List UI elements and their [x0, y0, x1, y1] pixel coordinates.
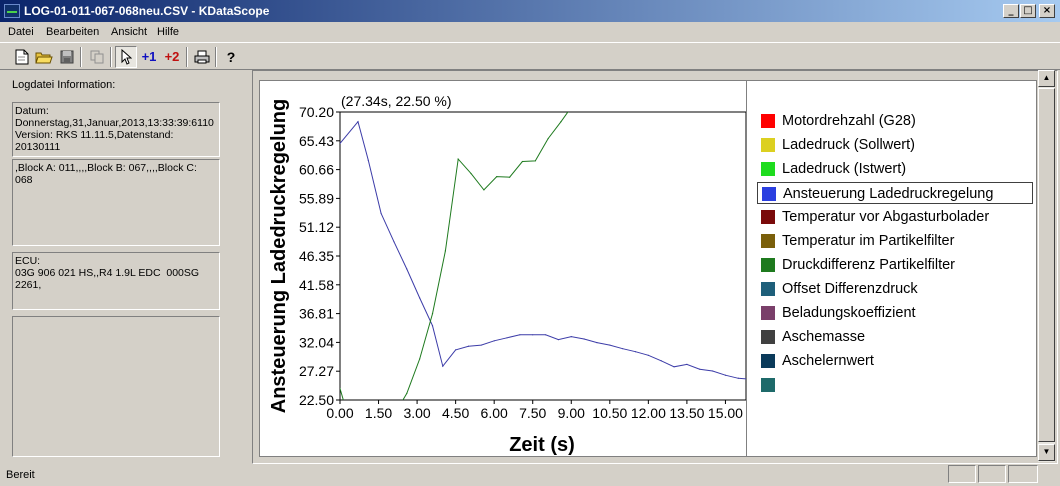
- legend-swatch: [761, 234, 775, 248]
- legend-label: Aschemasse: [782, 329, 866, 345]
- save-icon[interactable]: [56, 46, 78, 68]
- legend-swatch: [761, 282, 775, 296]
- info-box-date: Datum: Donnerstag,31,Januar,2013,13:33:3…: [12, 102, 220, 157]
- maximize-button[interactable]: □: [1020, 4, 1036, 18]
- menu-bearbeiten[interactable]: Bearbeiten: [46, 26, 99, 38]
- status-panel-2: [978, 465, 1006, 483]
- cursor-2-icon[interactable]: +2: [161, 46, 183, 68]
- legend-swatch: [761, 138, 775, 152]
- minimize-button[interactable]: _: [1003, 4, 1019, 18]
- menu-datei[interactable]: Datei: [8, 26, 34, 38]
- status-bar: Bereit: [0, 464, 1060, 486]
- legend-label: Temperatur vor Abgasturbolader: [782, 209, 990, 225]
- cursor-1-icon[interactable]: +1: [138, 46, 160, 68]
- legend-swatch: [761, 258, 775, 272]
- legend-label: Druckdifferenz Partikelfilter: [782, 257, 955, 273]
- legend-swatch: [761, 162, 775, 176]
- window-title: LOG-01-011-067-068neu.CSV - KDataScope: [24, 4, 270, 18]
- legend-item[interactable]: Ansteuerung Ladedruckregelung: [757, 182, 1033, 204]
- legend-item[interactable]: Beladungskoeffizient: [757, 302, 1033, 324]
- scroll-thumb[interactable]: [1038, 88, 1055, 442]
- app-icon[interactable]: [4, 4, 20, 18]
- log-info-panel: Logdatei Information: Datum: Donnerstag,…: [4, 70, 244, 462]
- legend-label: Ladedruck (Sollwert): [782, 137, 915, 153]
- menu-hilfe[interactable]: Hilfe: [157, 26, 179, 38]
- scroll-up-button[interactable]: ▲: [1038, 70, 1055, 87]
- legend-swatch: [761, 114, 775, 128]
- legend-item[interactable]: Druckdifferenz Partikelfilter: [757, 254, 1033, 276]
- legend-label: Ansteuerung Ladedruckregelung: [783, 186, 994, 202]
- new-file-icon[interactable]: [11, 46, 33, 68]
- legend-item[interactable]: Motordrehzahl (G28): [757, 110, 1033, 132]
- legend-swatch: [761, 378, 775, 392]
- status-panel-3: [1008, 465, 1038, 483]
- help-icon[interactable]: ?: [220, 46, 242, 68]
- legend-swatch: [762, 187, 776, 201]
- copy-icon[interactable]: [86, 46, 108, 68]
- info-box-empty: [12, 316, 220, 457]
- legend-item[interactable]: Temperatur vor Abgasturbolader: [757, 206, 1033, 228]
- panel-splitter[interactable]: [246, 70, 250, 464]
- legend-item[interactable]: Temperatur im Partikelfilter: [757, 230, 1033, 252]
- legend-label: Beladungskoeffizient: [782, 305, 916, 321]
- log-info-header: Logdatei Information:: [12, 79, 116, 91]
- legend-swatch: [761, 354, 775, 368]
- status-text: Bereit: [6, 469, 35, 481]
- legend-label: Temperatur im Partikelfilter: [782, 233, 955, 249]
- status-panel-1: [948, 465, 976, 483]
- close-button[interactable]: ×: [1039, 4, 1055, 18]
- menu-bar: Datei Bearbeiten Ansicht Hilfe: [0, 22, 1060, 42]
- legend-swatch: [761, 306, 775, 320]
- info-box-blocks: ,Block A: 011,,,,Block B: 067,,,,Block C…: [12, 159, 220, 246]
- legend-swatch: [761, 330, 775, 344]
- scroll-down-button[interactable]: ▼: [1038, 444, 1055, 461]
- open-folder-icon[interactable]: [33, 46, 55, 68]
- chart-legend: Motordrehzahl (G28) Ladedruck (Sollwert) L…: [746, 81, 1033, 456]
- info-box-ecu: ECU: 03G 906 021 HS,,R4 1.9L EDC 000SG 2…: [12, 252, 220, 310]
- legend-label: Motordrehzahl (G28): [782, 113, 916, 129]
- vertical-scrollbar[interactable]: ▲ ▼: [1038, 70, 1055, 462]
- pointer-icon[interactable]: [115, 46, 137, 68]
- legend-label: Ladedruck (Istwert): [782, 161, 907, 177]
- title-bar: LOG-01-011-067-068neu.CSV - KDataScope _…: [0, 0, 1060, 22]
- toolbar: +1 +2 ?: [0, 42, 1060, 70]
- menu-ansicht[interactable]: Ansicht: [111, 26, 147, 38]
- legend-label: Aschelernwert: [782, 353, 874, 369]
- legend-item[interactable]: Aschelernwert: [757, 350, 1033, 372]
- legend-item[interactable]: Ladedruck (Sollwert): [757, 134, 1033, 156]
- legend-label: Offset Differenzdruck: [782, 281, 918, 297]
- legend-item[interactable]: Offset Differenzdruck: [757, 278, 1033, 300]
- legend-item[interactable]: Aschemasse: [757, 326, 1033, 348]
- print-icon[interactable]: [191, 46, 213, 68]
- legend-item[interactable]: Ladedruck (Istwert): [757, 158, 1033, 180]
- legend-swatch: [761, 210, 775, 224]
- legend-item[interactable]: [757, 374, 1033, 396]
